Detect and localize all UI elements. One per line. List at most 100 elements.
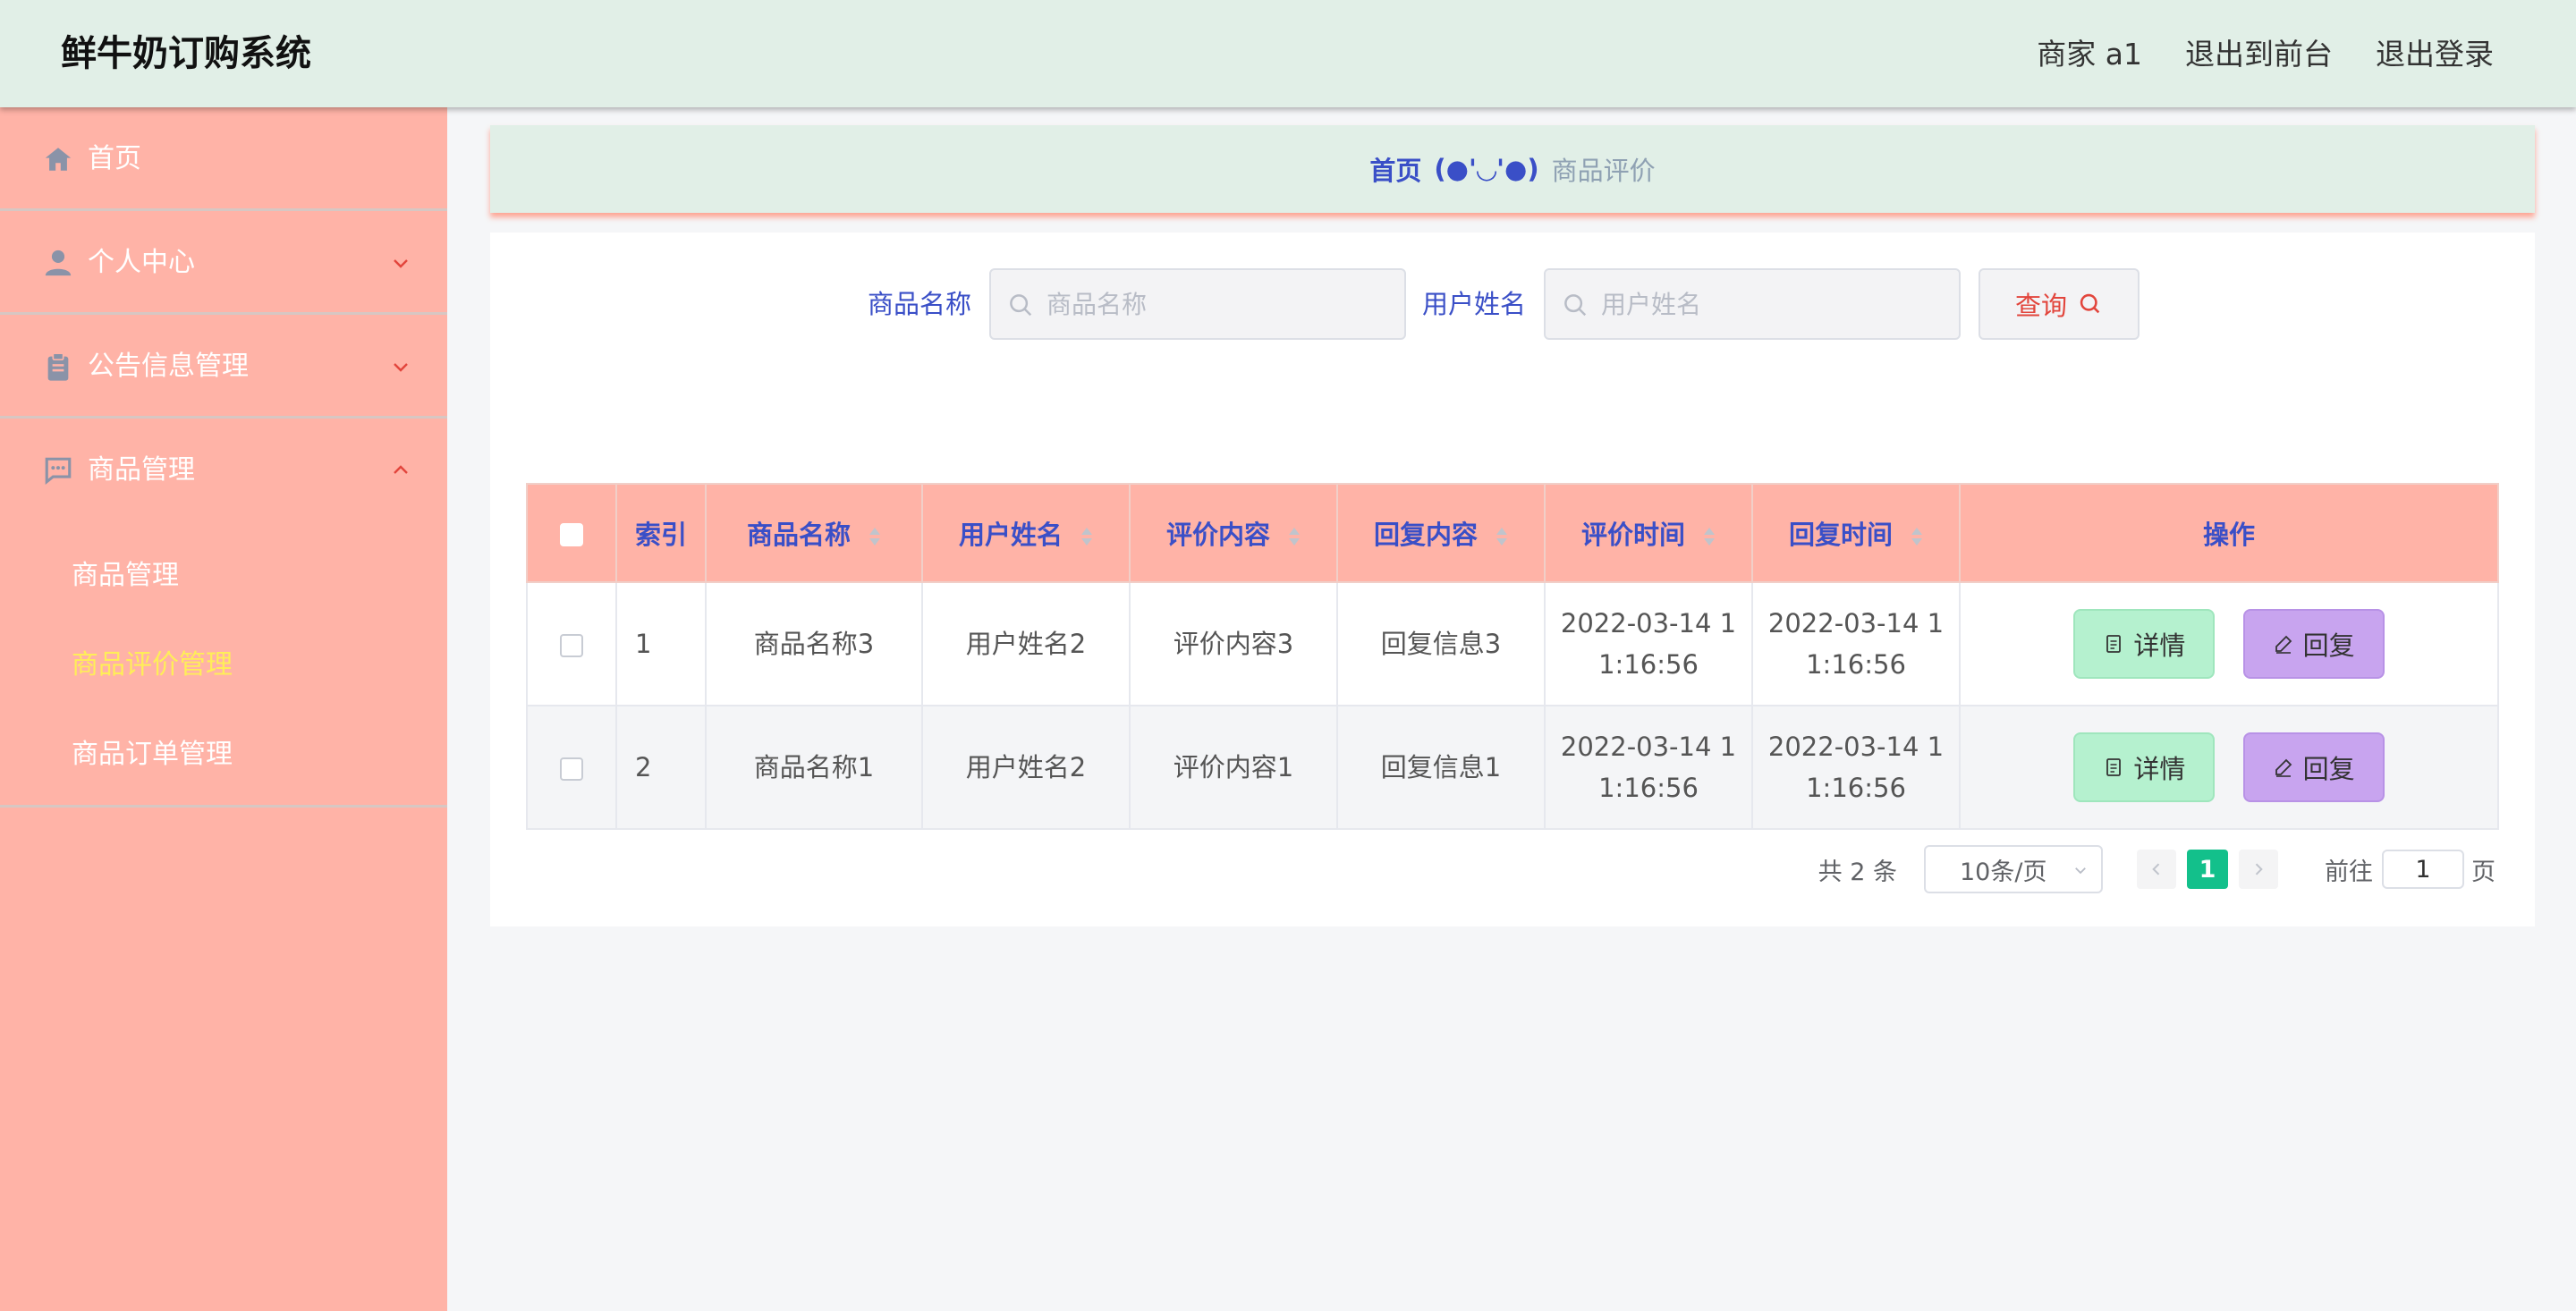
sidebar-subitem-order-manage[interactable]: 商品订单管理 bbox=[0, 710, 447, 799]
sidebar-item-label: 首页 bbox=[88, 143, 141, 174]
datetime-line: 1:16:56 bbox=[1806, 649, 1906, 680]
breadcrumb-separator: (●'◡'●) bbox=[1434, 154, 1539, 184]
sort-icon[interactable] bbox=[1080, 527, 1093, 546]
page-size-value: 10条/页 bbox=[1960, 858, 2047, 886]
clipboard-icon bbox=[47, 352, 69, 381]
datetime-line: 1:16:56 bbox=[1598, 649, 1699, 680]
next-page-button[interactable] bbox=[2239, 850, 2278, 889]
sort-icon[interactable] bbox=[869, 527, 881, 546]
sort-icon[interactable] bbox=[1288, 527, 1301, 546]
reply-button-label: 回复 bbox=[2302, 630, 2355, 661]
sidebar-item-home[interactable]: 首页 bbox=[0, 107, 447, 211]
column-header-review[interactable]: 评价内容 bbox=[1129, 483, 1338, 583]
sidebar-item-label: 个人中心 bbox=[88, 247, 195, 278]
datetime-line: 2022-03-14 1 bbox=[1560, 732, 1737, 762]
page-number-button[interactable]: 1 bbox=[2187, 850, 2228, 889]
goto-label: 前往 bbox=[2325, 858, 2373, 886]
chevron-left-icon bbox=[2152, 863, 2160, 875]
breadcrumb-home[interactable]: 首页 bbox=[1369, 150, 1421, 188]
sort-icon[interactable] bbox=[1496, 527, 1508, 546]
select-all-cell bbox=[526, 483, 617, 583]
column-header-label: 评价时间 bbox=[1580, 520, 1685, 550]
cell-reply: 回复信息1 bbox=[1336, 705, 1546, 830]
pagination: 共 2 条 10条/页 1 前往 页 bbox=[1818, 845, 2496, 893]
current-user-label: 商家 a1 bbox=[2037, 37, 2142, 72]
column-header-label: 商品名称 bbox=[746, 520, 851, 550]
column-header-reply[interactable]: 回复内容 bbox=[1336, 483, 1546, 583]
product-name-input[interactable] bbox=[989, 268, 1406, 340]
column-header-index: 索引 bbox=[615, 483, 707, 583]
query-button[interactable]: 查询 bbox=[1979, 268, 2140, 340]
cell-actions: 详情 回复 bbox=[1959, 581, 2499, 706]
sidebar-item-profile[interactable]: 个人中心 bbox=[0, 211, 447, 315]
column-header-label: 用户姓名 bbox=[958, 520, 1063, 550]
sidebar-item-label: 公告信息管理 bbox=[88, 351, 249, 382]
detail-button[interactable]: 详情 bbox=[2073, 609, 2216, 679]
cell-product: 商品名称3 bbox=[705, 581, 923, 706]
column-header-review-time[interactable]: 评价时间 bbox=[1544, 483, 1753, 583]
row-select-cell bbox=[526, 705, 617, 830]
sidebar-item-products[interactable]: 商品管理 bbox=[0, 419, 447, 522]
sidebar-subitem-product-manage[interactable]: 商品管理 bbox=[0, 531, 447, 621]
document-icon bbox=[2106, 758, 2122, 776]
content-card: 商品名称 用户姓名 查询 索引 商品 bbox=[490, 233, 2535, 926]
header-links: 商家 a1 退出到前台 退出登录 bbox=[2037, 32, 2494, 77]
column-header-product[interactable]: 商品名称 bbox=[705, 483, 923, 583]
sort-icon[interactable] bbox=[1703, 527, 1716, 546]
row-checkbox[interactable] bbox=[560, 634, 583, 657]
logout-link[interactable]: 退出登录 bbox=[2376, 32, 2494, 77]
chevron-right-icon bbox=[2255, 863, 2263, 875]
column-header-user[interactable]: 用户姓名 bbox=[921, 483, 1131, 583]
reply-button[interactable]: 回复 bbox=[2242, 609, 2385, 679]
select-all-checkbox[interactable] bbox=[560, 523, 583, 546]
chevron-down-icon bbox=[394, 259, 408, 268]
app-title: 鲜牛奶订购系统 bbox=[61, 33, 311, 74]
page-size-select[interactable]: 10条/页 bbox=[1924, 845, 2103, 893]
sidebar-item-notice[interactable]: 公告信息管理 bbox=[0, 315, 447, 419]
row-checkbox[interactable] bbox=[560, 757, 583, 781]
row-select-cell bbox=[526, 581, 617, 706]
chat-icon bbox=[45, 457, 72, 485]
column-header-label: 回复时间 bbox=[1788, 520, 1893, 550]
search-icon bbox=[2080, 293, 2100, 314]
search-icon bbox=[1564, 294, 1587, 317]
column-header-reply-time[interactable]: 回复时间 bbox=[1751, 483, 1961, 583]
chevron-up-icon bbox=[394, 465, 408, 474]
cell-product: 商品名称1 bbox=[705, 705, 923, 830]
reply-button[interactable]: 回复 bbox=[2242, 732, 2385, 802]
prev-page-button[interactable] bbox=[2137, 850, 2176, 889]
back-to-front-link[interactable]: 退出到前台 bbox=[2185, 32, 2333, 77]
cell-review: 评价内容1 bbox=[1129, 705, 1338, 830]
cell-reply: 回复信息3 bbox=[1336, 581, 1546, 706]
product-name-label: 商品名称 bbox=[868, 289, 972, 319]
search-icon bbox=[1010, 294, 1032, 317]
cell-review: 评价内容3 bbox=[1129, 581, 1338, 706]
column-header-label: 评价内容 bbox=[1165, 520, 1270, 550]
chevron-down-icon bbox=[2075, 867, 2086, 875]
datetime-line: 1:16:56 bbox=[1806, 773, 1906, 803]
detail-button-label: 详情 bbox=[2133, 754, 2186, 784]
datetime-line: 2022-03-14 1 bbox=[1767, 608, 1945, 639]
goto-page-input[interactable] bbox=[2382, 850, 2464, 889]
breadcrumb: 首页 (●'◡'●) 商品评价 bbox=[490, 125, 2535, 213]
sort-icon[interactable] bbox=[1911, 527, 1923, 546]
cell-review-time: 2022-03-14 1 1:16:56 bbox=[1544, 581, 1753, 706]
datetime-line: 1:16:56 bbox=[1598, 773, 1699, 803]
user-name-input[interactable] bbox=[1544, 268, 1961, 340]
cell-review-time: 2022-03-14 1 1:16:56 bbox=[1544, 705, 1753, 830]
table-row: 1 商品名称3 用户姓名2 评价内容3 回复信息3 2022-03-14 1 1… bbox=[526, 581, 2499, 706]
edit-icon bbox=[2275, 635, 2292, 654]
top-header: 鲜牛奶订购系统 商家 a1 退出到前台 退出登录 bbox=[0, 0, 2576, 107]
cell-actions: 详情 回复 bbox=[1959, 705, 2499, 830]
query-button-label: 查询 bbox=[2014, 291, 2067, 321]
datetime-line: 2022-03-14 1 bbox=[1560, 608, 1737, 639]
home-icon bbox=[45, 148, 72, 171]
detail-button-label: 详情 bbox=[2133, 630, 2186, 661]
sidebar-item-label: 商品管理 bbox=[88, 454, 195, 486]
detail-button[interactable]: 详情 bbox=[2073, 732, 2216, 802]
sidebar-subitem-review-manage[interactable]: 商品评价管理 bbox=[0, 621, 447, 710]
cell-reply-time: 2022-03-14 1 1:16:56 bbox=[1751, 705, 1961, 830]
table-row: 2 商品名称1 用户姓名2 评价内容1 回复信息1 2022-03-14 1 1… bbox=[526, 705, 2499, 830]
cell-index: 2 bbox=[615, 705, 707, 830]
column-header-label: 回复内容 bbox=[1373, 520, 1478, 550]
